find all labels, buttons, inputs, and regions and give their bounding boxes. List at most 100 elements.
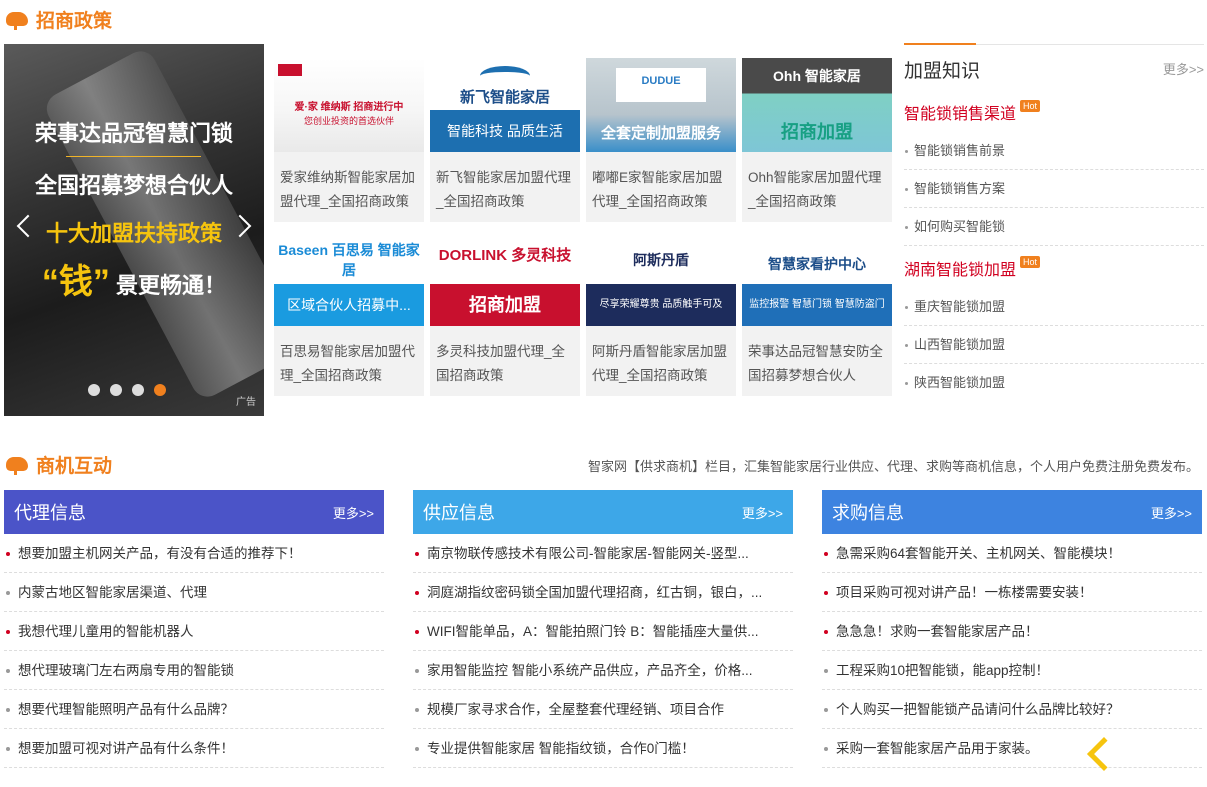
- banner-line2: 全国招募梦想合伙人: [34, 173, 233, 198]
- category-hunan-franchise[interactable]: 湖南智能锁加盟 Hot: [904, 256, 1041, 280]
- category-label[interactable]: 湖南智能锁加盟: [904, 256, 1016, 280]
- banner-line4-rest: 景更畅通！: [116, 273, 227, 298]
- list-item[interactable]: 工程采购10把智能锁，能app控制！: [822, 651, 1202, 690]
- knowledge-item[interactable]: 如何购买智能锁: [904, 208, 1204, 246]
- knowledge-title: 加盟知识: [904, 61, 981, 82]
- list-item[interactable]: 采购一套智能家居产品用于家装。: [822, 729, 1202, 768]
- section-header-policy: 招商政策: [4, 6, 112, 33]
- category-sales-channel[interactable]: 智能锁销售渠道 Hot: [904, 100, 1041, 124]
- brand-card[interactable]: Baseen 百思易 智能家居 区域合伙人招募中... 百思易智能家居加盟代理_…: [274, 232, 424, 396]
- card-title[interactable]: 荣事达品冠智慧安防全国招募梦想合伙人: [748, 340, 888, 388]
- brand-card[interactable]: 智慧家看护中心 监控报警 智慧门锁 智慧防盗门 荣事达品冠智慧安防全国招募梦想合…: [742, 232, 892, 396]
- card-image: Ohh 智能家居 招商加盟: [742, 58, 892, 152]
- list-item[interactable]: 想要加盟主机网关产品，有没有合适的推荐下！: [4, 534, 384, 573]
- card-image: 新飞智能家居 智能科技 品质生活: [430, 58, 580, 152]
- banner-dot[interactable]: [110, 384, 122, 396]
- promo-banner[interactable]: 荣事达品冠智慧门锁 全国招募梦想合伙人 十大加盟扶持政策 “钱” 景更畅通！ 广…: [4, 44, 264, 416]
- cloud-icon: [4, 10, 30, 30]
- card-image: DORLINK 多灵科技 招商加盟: [430, 232, 580, 326]
- knowledge-item[interactable]: 山西智能锁加盟: [904, 326, 1204, 364]
- card-image: 阿斯丹盾 尽享荣耀尊贵 品质触手可及: [586, 232, 736, 326]
- card-image-subtext: 尽享荣耀尊贵 品质触手可及: [586, 284, 736, 326]
- card-title[interactable]: Ohh智能家居加盟代理_全国招商政策: [748, 166, 888, 214]
- brand-logo: [278, 64, 302, 76]
- card-image-subtext: 全套定制加盟服务: [600, 125, 721, 142]
- list-item[interactable]: 专业提供智能家居 智能指纹锁，合作0门槛！: [413, 729, 793, 768]
- knowledge-divider: [904, 43, 1204, 45]
- column-purchase-info: 求购信息 更多>> 急需采购64套智能开关、主机网关、智能模块！ 项目采购可视对…: [822, 490, 1202, 768]
- section-header-opportunity: 商机互动: [4, 451, 112, 478]
- banner-line4: “钱” 景更畅通！: [4, 254, 264, 303]
- section-title: 招商政策: [36, 11, 113, 32]
- cloud-icon: [4, 455, 30, 475]
- card-title[interactable]: 阿斯丹盾智能家居加盟代理_全国招商政策: [592, 340, 732, 388]
- column-title: 供应信息: [423, 503, 495, 523]
- card-title[interactable]: 爱家维纳斯智能家居加盟代理_全国招商政策: [280, 166, 420, 214]
- column-title: 求购信息: [832, 503, 904, 523]
- knowledge-item[interactable]: 智能锁销售前景: [904, 132, 1204, 170]
- brand-card[interactable]: Ohh 智能家居 招商加盟 Ohh智能家居加盟代理_全国招商政策: [742, 58, 892, 222]
- hot-badge: Hot: [1020, 256, 1041, 268]
- brand-card[interactable]: 新飞智能家居 智能科技 品质生活 新飞智能家居加盟代理_全国招商政策: [430, 58, 580, 222]
- list-item[interactable]: 洞庭湖指纹密码锁全国加盟代理招商，红古铜，银白，...: [413, 573, 793, 612]
- list-item[interactable]: 想要代理智能照明产品有什么品牌？: [4, 690, 384, 729]
- card-image: Baseen 百思易 智能家居 区域合伙人招募中...: [274, 232, 424, 326]
- card-title[interactable]: 嘟嘟E家智能家居加盟代理_全国招商政策: [592, 166, 732, 214]
- knowledge-item[interactable]: 陕西智能锁加盟: [904, 364, 1204, 402]
- section-title: 商机互动: [36, 456, 113, 477]
- card-title[interactable]: 百思易智能家居加盟代理_全国招商政策: [280, 340, 420, 388]
- eagle-logo-icon: [480, 66, 530, 86]
- card-image-text: 智慧家看护中心: [768, 256, 866, 272]
- brand-card[interactable]: 阿斯丹盾 尽享荣耀尊贵 品质触手可及 阿斯丹盾智能家居加盟代理_全国招商政策: [586, 232, 736, 396]
- card-image-text: 阿斯丹盾: [633, 252, 689, 268]
- column-more-link[interactable]: 更多>>: [333, 503, 374, 522]
- card-image-subtext: 您创业投资的首选伙伴: [303, 116, 394, 126]
- banner-pagination: [88, 384, 166, 396]
- brand-card[interactable]: DUDUE 全套定制加盟服务 嘟嘟E家智能家居加盟代理_全国招商政策: [586, 58, 736, 222]
- list-item[interactable]: WIFI智能单品，A：智能拍照门铃 B：智能插座大量供...: [413, 612, 793, 651]
- card-image-text: Ohh 智能家居: [773, 68, 861, 84]
- card-image-text: DUDUE: [641, 75, 681, 87]
- list-item[interactable]: 想代理玻璃门左右两扇专用的智能锁: [4, 651, 384, 690]
- card-image-text: 新飞智能家居: [459, 89, 550, 106]
- banner-dot-active[interactable]: [154, 384, 166, 396]
- column-more-link[interactable]: 更多>>: [1151, 503, 1192, 522]
- brand-card[interactable]: 爱·家 维纳斯 招商进行中 您创业投资的首选伙伴 爱家维纳斯智能家居加盟代理_全…: [274, 58, 424, 222]
- card-title[interactable]: 新飞智能家居加盟代理_全国招商政策: [436, 166, 576, 214]
- card-image-text: 爱·家 维纳斯 招商进行中: [294, 102, 404, 113]
- list-item[interactable]: 项目采购可视对讲产品！一栋楼需要安装！: [822, 573, 1202, 612]
- list-item[interactable]: 急急急！求购一套智能家居产品！: [822, 612, 1202, 651]
- card-image-text: DORLINK 多灵科技: [438, 247, 572, 264]
- card-title[interactable]: 多灵科技加盟代理_全国招商政策: [436, 340, 576, 388]
- card-image-text: Baseen 百思易 智能家居: [278, 242, 420, 278]
- card-image: 爱·家 维纳斯 招商进行中 您创业投资的首选伙伴: [274, 58, 424, 152]
- list-item[interactable]: 急需采购64套智能开关、主机网关、智能模块！: [822, 534, 1202, 573]
- banner-dot[interactable]: [88, 384, 100, 396]
- knowledge-item[interactable]: 重庆智能锁加盟: [904, 288, 1204, 326]
- banner-line1: 荣事达品冠智慧门锁: [34, 121, 233, 146]
- card-image-subtext: 招商加盟: [430, 284, 580, 326]
- column-header: 求购信息 更多>>: [822, 490, 1202, 534]
- category-label[interactable]: 智能锁销售渠道: [904, 100, 1016, 124]
- knowledge-more-link[interactable]: 更多>>: [1163, 59, 1204, 78]
- knowledge-item[interactable]: 智能锁销售方案: [904, 170, 1204, 208]
- hot-badge: Hot: [1020, 100, 1041, 112]
- column-more-link[interactable]: 更多>>: [742, 503, 783, 522]
- list-item[interactable]: 家用智能监控 智能小系统产品供应，产品齐全，价格...: [413, 651, 793, 690]
- banner-dot[interactable]: [132, 384, 144, 396]
- ad-label: 广告: [236, 397, 256, 408]
- list-item[interactable]: 内蒙古地区智能家居渠道、代理: [4, 573, 384, 612]
- list-item[interactable]: 规模厂家寻求合作，全屋整套代理经销、项目合作: [413, 690, 793, 729]
- banner-line3: 十大加盟扶持政策: [45, 221, 222, 246]
- brand-card[interactable]: DORLINK 多灵科技 招商加盟 多灵科技加盟代理_全国招商政策: [430, 232, 580, 396]
- card-image-subtext: 区域合伙人招募中...: [274, 284, 424, 326]
- list-item[interactable]: 南京物联传感技术有限公司-智能家居-智能网关-竖型...: [413, 534, 793, 573]
- column-title: 代理信息: [14, 503, 86, 523]
- column-header: 代理信息 更多>>: [4, 490, 384, 534]
- banner-line4-big: “钱”: [41, 263, 110, 301]
- list-item[interactable]: 个人购买一把智能锁产品请问什么品牌比较好？: [822, 690, 1202, 729]
- banner-divider: [66, 156, 201, 157]
- list-item[interactable]: 想要加盟可视对讲产品有什么条件！: [4, 729, 384, 768]
- section-description: 智家网【供求商机】栏目，汇集智能家居行业供应、代理、求购等商机信息，个人用户免费…: [587, 459, 1199, 474]
- list-item[interactable]: 我想代理儿童用的智能机器人: [4, 612, 384, 651]
